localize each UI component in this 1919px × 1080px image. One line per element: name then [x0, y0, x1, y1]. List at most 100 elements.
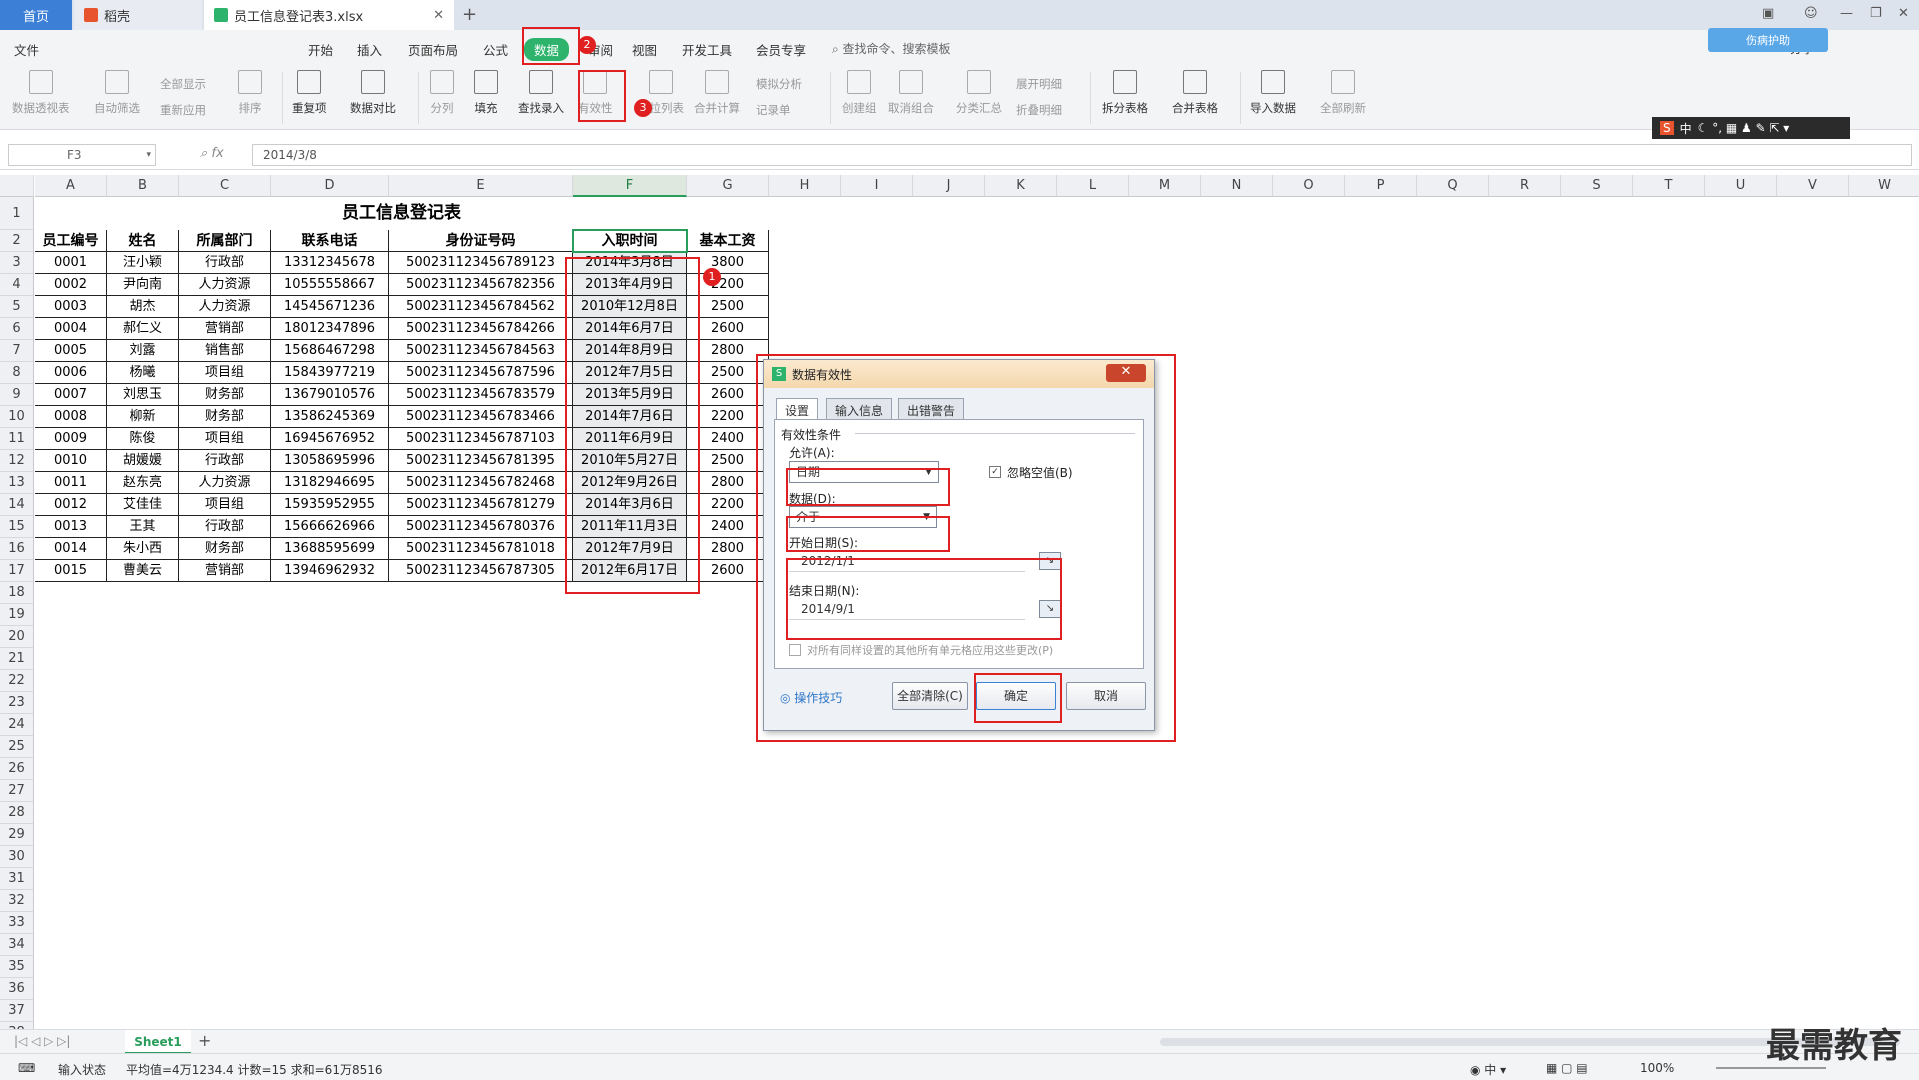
table-cell[interactable]: 13586245369: [271, 406, 389, 428]
row-header[interactable]: 28: [0, 802, 34, 824]
row-header[interactable]: 3: [0, 252, 34, 274]
table-cell[interactable]: 500231123456784563: [389, 340, 573, 362]
table-cell[interactable]: 0007: [35, 384, 107, 406]
row-header[interactable]: 23: [0, 692, 34, 714]
row-header[interactable]: 38: [0, 1022, 34, 1029]
row-header[interactable]: 8: [0, 362, 34, 384]
table-cell[interactable]: 朱小西: [107, 538, 179, 560]
table-cell[interactable]: 13058695996: [271, 450, 389, 472]
close-tab-icon[interactable]: ✕: [433, 8, 444, 23]
table-cell[interactable]: 0006: [35, 362, 107, 384]
menu-home[interactable]: 开始: [308, 40, 333, 59]
column-header-g[interactable]: G: [687, 175, 769, 197]
row-header[interactable]: 1: [0, 197, 34, 230]
row-header[interactable]: 14: [0, 494, 34, 516]
row-header[interactable]: 4: [0, 274, 34, 296]
sheet-nav-icon[interactable]: |◁ ◁ ▷ ▷|: [14, 1034, 70, 1048]
record-form-button[interactable]: 记录单: [756, 102, 791, 118]
table-cell[interactable]: 500231123456784266: [389, 318, 573, 340]
table-cell[interactable]: 人力资源: [179, 274, 271, 296]
table-cell[interactable]: 销售部: [179, 340, 271, 362]
menu-formula[interactable]: 公式: [483, 40, 508, 59]
column-header-h[interactable]: H: [769, 175, 841, 197]
merge-table-button[interactable]: 合并表格: [1172, 70, 1218, 116]
table-cell[interactable]: 尹向南: [107, 274, 179, 296]
split-table-button[interactable]: 拆分表格: [1102, 70, 1148, 116]
close-window-icon[interactable]: ✕: [1898, 6, 1909, 21]
row-header[interactable]: 33: [0, 912, 34, 934]
table-cell[interactable]: 杨曦: [107, 362, 179, 384]
ungroup-button[interactable]: 取消组合: [888, 70, 934, 116]
table-cell[interactable]: 陈俊: [107, 428, 179, 450]
table-cell[interactable]: 0013: [35, 516, 107, 538]
promo-badge[interactable]: 伤病护助: [1708, 28, 1828, 52]
table-cell[interactable]: 0014: [35, 538, 107, 560]
table-cell[interactable]: 人力资源: [179, 472, 271, 494]
table-cell[interactable]: 0003: [35, 296, 107, 318]
row-header[interactable]: 6: [0, 318, 34, 340]
table-cell[interactable]: 郝仁义: [107, 318, 179, 340]
row-header[interactable]: 5: [0, 296, 34, 318]
table-cell[interactable]: 0001: [35, 252, 107, 274]
tab-home[interactable]: 首页: [0, 0, 72, 30]
tab-settings[interactable]: 设置: [776, 398, 819, 420]
column-header-v[interactable]: V: [1777, 175, 1849, 197]
collapse-detail-button[interactable]: 折叠明细: [1016, 102, 1062, 118]
table-cell[interactable]: 0005: [35, 340, 107, 362]
table-cell[interactable]: 胡杰: [107, 296, 179, 318]
row-header[interactable]: 18: [0, 582, 34, 604]
row-header[interactable]: 25: [0, 736, 34, 758]
table-cell[interactable]: 0012: [35, 494, 107, 516]
tab-error-alert[interactable]: 出错警告: [898, 398, 965, 420]
table-cell[interactable]: 500231123456782468: [389, 472, 573, 494]
column-header-j[interactable]: J: [913, 175, 985, 197]
table-cell[interactable]: 13688595699: [271, 538, 389, 560]
table-cell[interactable]: 13182946695: [271, 472, 389, 494]
table-cell[interactable]: 13679010576: [271, 384, 389, 406]
column-header-p[interactable]: P: [1345, 175, 1417, 197]
table-cell[interactable]: 胡媛媛: [107, 450, 179, 472]
menu-page-layout[interactable]: 页面布局: [408, 40, 458, 59]
row-header[interactable]: 34: [0, 934, 34, 956]
cancel-button[interactable]: 取消: [1066, 682, 1146, 710]
table-cell[interactable]: 500231123456784562: [389, 296, 573, 318]
name-box[interactable]: F3 ▾: [8, 144, 156, 166]
zoom-slider[interactable]: [1716, 1067, 1826, 1069]
row-header[interactable]: 22: [0, 670, 34, 692]
table-cell[interactable]: 500231123456781279: [389, 494, 573, 516]
table-cell[interactable]: 行政部: [179, 516, 271, 538]
eye-protect-icon[interactable]: ◉ 中 ▾: [1470, 1061, 1506, 1078]
create-group-button[interactable]: 创建组: [842, 70, 877, 116]
row-header[interactable]: 30: [0, 846, 34, 868]
tab-input-message[interactable]: 输入信息: [826, 398, 893, 420]
row-header[interactable]: 2: [0, 230, 34, 252]
column-header-w[interactable]: W: [1849, 175, 1919, 197]
expand-detail-button[interactable]: 展开明细: [1016, 76, 1062, 92]
add-sheet-icon[interactable]: +: [198, 1031, 211, 1050]
table-cell[interactable]: 500231123456783466: [389, 406, 573, 428]
zoom-level[interactable]: 100%: [1640, 1061, 1674, 1075]
table-cell[interactable]: 柳新: [107, 406, 179, 428]
table-cell[interactable]: 人力资源: [179, 296, 271, 318]
new-tab-icon[interactable]: +: [462, 4, 477, 25]
table-cell[interactable]: 所属部门: [179, 230, 271, 252]
column-header-m[interactable]: M: [1129, 175, 1201, 197]
column-header-t[interactable]: T: [1633, 175, 1705, 197]
apply-all-checkbox[interactable]: [789, 644, 801, 656]
row-header[interactable]: 13: [0, 472, 34, 494]
table-cell[interactable]: 财务部: [179, 538, 271, 560]
column-header-a[interactable]: A: [35, 175, 107, 197]
fill-button[interactable]: 填充: [474, 70, 498, 116]
search-command[interactable]: ⌕ 查找命令、搜索模板: [832, 40, 951, 57]
table-cell[interactable]: 0015: [35, 560, 107, 582]
subtotal-button[interactable]: 分类汇总: [956, 70, 1002, 116]
column-header-u[interactable]: U: [1705, 175, 1777, 197]
row-header[interactable]: 32: [0, 890, 34, 912]
column-header-n[interactable]: N: [1201, 175, 1273, 197]
row-header[interactable]: 7: [0, 340, 34, 362]
row-header[interactable]: 16: [0, 538, 34, 560]
table-cell[interactable]: 15935952955: [271, 494, 389, 516]
row-header[interactable]: 17: [0, 560, 34, 582]
tab-daoke[interactable]: 稻壳: [74, 0, 202, 30]
sort-button[interactable]: 排序: [238, 70, 262, 116]
